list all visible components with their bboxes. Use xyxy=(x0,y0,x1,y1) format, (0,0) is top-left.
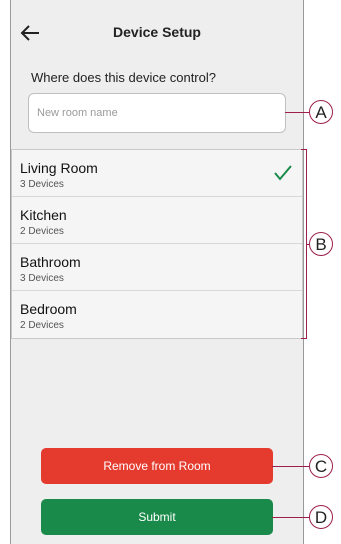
callout-label-d: D xyxy=(309,505,333,529)
room-name: Bathroom xyxy=(20,254,81,270)
header: Device Setup xyxy=(11,0,303,62)
submit-button[interactable]: Submit xyxy=(41,499,273,535)
callout-label-a: A xyxy=(309,100,333,124)
phone-screen: Device Setup Where does this device cont… xyxy=(10,0,304,544)
room-name: Living Room xyxy=(20,160,98,176)
callout-line-a xyxy=(285,112,309,113)
stage: Device Setup Where does this device cont… xyxy=(0,0,341,544)
room-device-count: 2 Devices xyxy=(20,320,64,331)
callout-label-c: C xyxy=(309,454,333,478)
bracket-tick-bottom xyxy=(301,338,307,339)
new-room-name-input[interactable] xyxy=(28,93,286,133)
room-item-bedroom[interactable]: Bedroom 2 Devices xyxy=(12,291,302,338)
room-device-count: 2 Devices xyxy=(20,226,64,237)
room-item-bathroom[interactable]: Bathroom 3 Devices xyxy=(12,244,302,291)
room-device-count: 3 Devices xyxy=(20,179,64,190)
room-item-kitchen[interactable]: Kitchen 2 Devices xyxy=(12,197,302,244)
page-title: Device Setup xyxy=(113,24,201,40)
remove-from-room-button[interactable]: Remove from Room xyxy=(41,448,273,484)
room-device-count: 3 Devices xyxy=(20,273,64,284)
room-item-living-room[interactable]: Living Room 3 Devices xyxy=(12,150,302,197)
room-name: Bedroom xyxy=(20,301,77,317)
callout-line-c xyxy=(272,466,309,467)
bracket-tick-top xyxy=(301,149,307,150)
room-question: Where does this device control? xyxy=(31,70,216,85)
room-name: Kitchen xyxy=(20,207,67,223)
callout-line-d xyxy=(272,517,309,518)
room-list: Living Room 3 Devices Kitchen 2 Devices … xyxy=(11,149,303,339)
checkmark-icon xyxy=(274,165,292,181)
callout-label-b: B xyxy=(309,232,333,256)
